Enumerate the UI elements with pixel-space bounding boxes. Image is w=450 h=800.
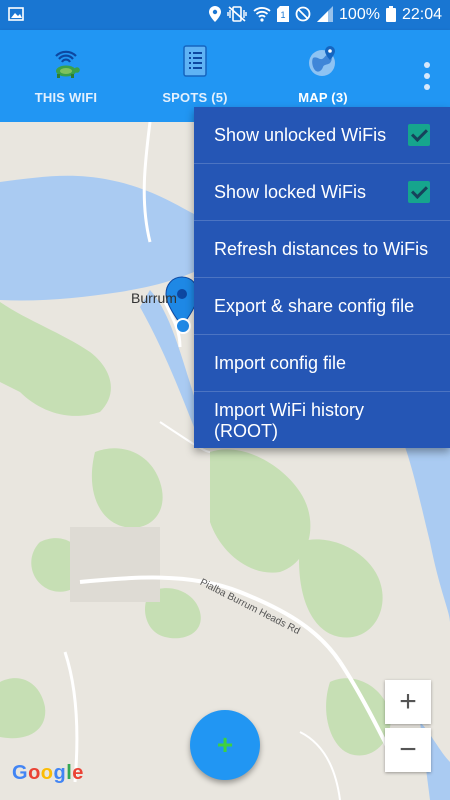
checkbox-checked-icon[interactable] bbox=[408, 181, 430, 203]
status-bar: 1 100% 22:04 bbox=[0, 0, 450, 30]
map-place-label: Burrum bbox=[131, 290, 177, 306]
menu-item-label: Import config file bbox=[214, 352, 347, 373]
dot bbox=[424, 84, 430, 90]
dot bbox=[424, 62, 430, 68]
menu-item-import-history[interactable]: Import WiFi history (ROOT) bbox=[194, 392, 450, 449]
overflow-menu: Show unlocked WiFis Show locked WiFis Re… bbox=[194, 107, 450, 448]
menu-item-label: Show locked WiFis bbox=[214, 181, 367, 202]
clock: 22:04 bbox=[401, 6, 442, 23]
zoom-out-button[interactable]: − bbox=[385, 728, 431, 772]
menu-item-show-locked[interactable]: Show locked WiFis bbox=[194, 164, 450, 221]
menu-item-label: Refresh distances to WiFis bbox=[214, 238, 429, 259]
menu-item-show-unlocked[interactable]: Show unlocked WiFis bbox=[194, 107, 450, 164]
sim-icon: 1 bbox=[277, 6, 290, 24]
tab-map-label: MAP (3) bbox=[298, 90, 348, 105]
menu-item-label: Import WiFi history (ROOT) bbox=[214, 399, 365, 441]
signal-icon bbox=[317, 6, 334, 24]
wifi-turtle-icon bbox=[48, 44, 84, 80]
battery-percent: 100% bbox=[339, 6, 380, 23]
overflow-menu-button[interactable] bbox=[422, 62, 432, 92]
google-logo: Google bbox=[12, 762, 84, 784]
menu-item-label: Export & share config file bbox=[214, 295, 415, 316]
menu-item-label: Show unlocked WiFis bbox=[214, 124, 387, 145]
svg-text:1: 1 bbox=[281, 10, 286, 20]
zoom-in-button[interactable]: + bbox=[385, 680, 431, 724]
tab-this-wifi[interactable]: THIS WIFI bbox=[20, 30, 112, 122]
wifi-icon bbox=[253, 6, 271, 24]
menu-item-import-config[interactable]: Import config file bbox=[194, 335, 450, 392]
tab-spots-label: SPOTS (5) bbox=[162, 90, 228, 105]
vibrate-icon bbox=[227, 6, 247, 24]
image-icon bbox=[8, 7, 24, 23]
list-icon bbox=[177, 44, 213, 80]
checkbox-checked-icon[interactable] bbox=[408, 124, 430, 146]
dot bbox=[424, 73, 430, 79]
globe-pin-icon bbox=[305, 44, 341, 80]
block-icon bbox=[295, 6, 311, 24]
location-icon bbox=[209, 6, 222, 24]
menu-item-export-config[interactable]: Export & share config file bbox=[194, 278, 450, 335]
battery-icon bbox=[385, 6, 396, 24]
tab-this-wifi-label: THIS WIFI bbox=[34, 90, 98, 105]
menu-item-refresh-distances[interactable]: Refresh distances to WiFis bbox=[194, 221, 450, 278]
add-spot-button[interactable]: + bbox=[190, 710, 260, 780]
